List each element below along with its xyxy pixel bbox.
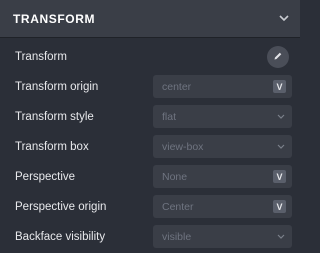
transform-box-label: Transform box bbox=[15, 140, 89, 153]
perspective-origin-input[interactable]: Center V bbox=[153, 195, 292, 218]
transform-origin-value: center bbox=[162, 80, 192, 93]
transform-origin-select[interactable]: center V bbox=[153, 75, 292, 98]
backface-visibility-value: visible bbox=[162, 230, 192, 243]
chevron-down-icon[interactable] bbox=[278, 13, 290, 25]
perspective-origin-value: Center bbox=[162, 200, 194, 213]
row-transform: Transform bbox=[0, 42, 300, 71]
transform-box-select[interactable]: view-box bbox=[153, 135, 292, 158]
row-transform-style: Transform style flat bbox=[0, 102, 300, 131]
transform-properties: Transform Transform origin center V Tran… bbox=[0, 38, 300, 251]
unit-toggle-v[interactable]: V bbox=[273, 170, 286, 183]
section-title: TRANSFORM bbox=[13, 11, 96, 26]
transform-panel: TRANSFORM Transform Transform origin cen… bbox=[0, 0, 300, 253]
transform-box-value: view-box bbox=[162, 140, 204, 153]
perspective-value: None bbox=[162, 170, 188, 183]
row-perspective-origin: Perspective origin Center V bbox=[0, 192, 300, 221]
row-backface-visibility: Backface visibility visible bbox=[0, 222, 300, 251]
transform-style-value: flat bbox=[162, 110, 177, 123]
transform-label: Transform bbox=[15, 50, 67, 63]
unit-toggle-v[interactable]: V bbox=[273, 80, 286, 93]
chevron-down-icon bbox=[276, 232, 286, 242]
transform-style-select[interactable]: flat bbox=[153, 105, 292, 128]
backface-visibility-select[interactable]: visible bbox=[153, 225, 292, 248]
transform-edit-button[interactable] bbox=[267, 45, 289, 68]
perspective-label: Perspective bbox=[15, 170, 76, 183]
backface-visibility-label: Backface visibility bbox=[15, 230, 106, 243]
perspective-origin-label: Perspective origin bbox=[15, 200, 107, 213]
row-perspective: Perspective None V bbox=[0, 162, 300, 191]
transform-style-label: Transform style bbox=[15, 110, 94, 123]
perspective-input[interactable]: None V bbox=[153, 165, 292, 188]
chevron-down-icon bbox=[276, 142, 286, 152]
pencil-icon bbox=[273, 48, 283, 66]
row-transform-box: Transform box view-box bbox=[0, 132, 300, 161]
unit-toggle-v[interactable]: V bbox=[273, 200, 286, 213]
chevron-down-icon bbox=[276, 112, 286, 122]
row-transform-origin: Transform origin center V bbox=[0, 72, 300, 101]
section-header-transform[interactable]: TRANSFORM bbox=[0, 0, 300, 38]
transform-origin-label: Transform origin bbox=[15, 80, 99, 93]
